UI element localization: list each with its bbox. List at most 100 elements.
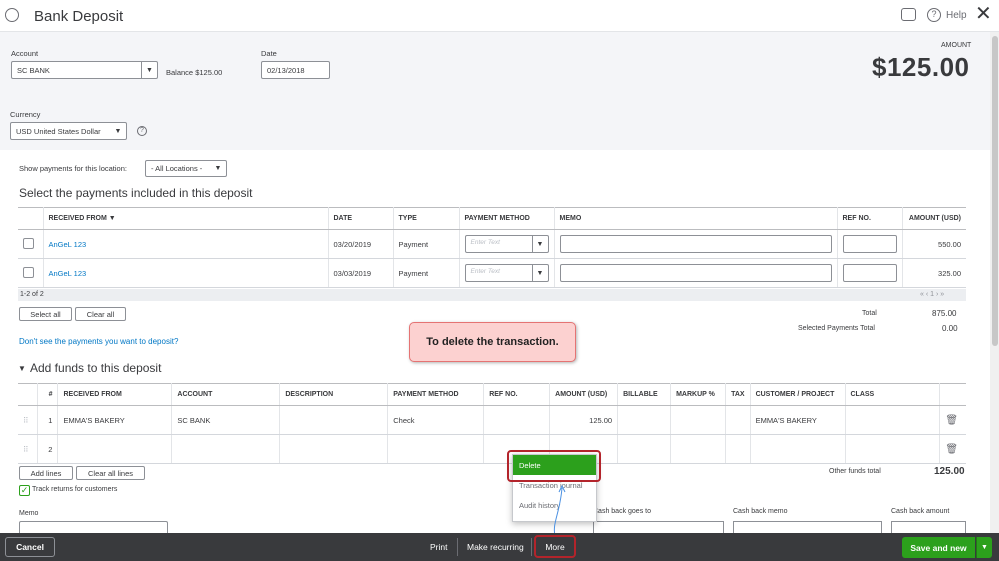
cancel-button[interactable]: Cancel — [5, 537, 55, 557]
ref-cell[interactable] — [483, 405, 551, 435]
chevron-down-icon: ▼ — [531, 265, 548, 281]
make-recurring-button[interactable]: Make recurring — [467, 542, 524, 552]
add-lines-button[interactable]: Add lines — [19, 466, 73, 480]
annotation-arrow — [553, 484, 566, 537]
drag-handle-icon[interactable]: ⠿ — [18, 434, 39, 464]
received-from-link[interactable]: AnGeL 123 — [43, 258, 329, 288]
table-header-row: # RECEIVED FROM ACCOUNT DESCRIPTION PAYM… — [18, 383, 966, 406]
selected-total-label: Selected Payments Total — [798, 325, 875, 332]
row-count: 1-2 of 2 — [20, 291, 44, 298]
column-header: DATE — [328, 207, 394, 230]
account-cell[interactable] — [171, 434, 281, 464]
clear-all-button[interactable]: Clear all — [75, 307, 126, 321]
class-cell[interactable] — [845, 405, 941, 435]
tax-cell[interactable] — [725, 434, 751, 464]
track-returns-label: Track returns for customers — [32, 486, 118, 493]
trash-icon[interactable]: 🗑 — [939, 405, 966, 435]
customer-cell[interactable]: EMMA'S BAKERY — [750, 405, 846, 435]
method-cell[interactable]: Check — [387, 405, 485, 435]
amount-cell[interactable]: 125.00 — [549, 405, 619, 435]
clear-all-lines-button[interactable]: Clear all lines — [76, 466, 145, 480]
billable-cell[interactable] — [617, 434, 672, 464]
received-from-cell[interactable]: EMMA'S BAKERY — [57, 405, 173, 435]
currency-select[interactable]: USD United States Dollar ▼ — [10, 122, 127, 140]
account-select[interactable]: SC BANK ▼ — [11, 61, 158, 79]
date-cell: 03/20/2019 — [328, 229, 394, 259]
memo-cell — [554, 258, 838, 288]
description-cell[interactable] — [279, 434, 389, 464]
markup-cell[interactable] — [670, 434, 727, 464]
chevron-down-icon: ▼ — [141, 62, 157, 78]
account-label: Account — [11, 49, 39, 58]
save-options-chevron-icon[interactable]: ▼ — [976, 537, 992, 558]
collapse-triangle-icon[interactable]: ▼ — [18, 364, 26, 373]
line-number: 1 — [37, 405, 59, 435]
history-icon[interactable] — [5, 8, 19, 22]
account-cell[interactable]: SC BANK — [171, 405, 281, 435]
currency-label: Currency — [10, 110, 41, 119]
more-button[interactable]: More — [534, 535, 576, 558]
description-cell[interactable] — [279, 405, 389, 435]
page-title: Bank Deposit — [34, 8, 124, 25]
location-select[interactable]: - All Locations - ▼ — [145, 160, 227, 177]
chevron-down-icon: ▼ — [214, 165, 222, 172]
ref-no-input[interactable] — [842, 235, 897, 253]
received-from-link[interactable]: AnGeL 123 — [43, 229, 329, 259]
save-and-new-label: Save and new — [910, 542, 967, 553]
column-header: AMOUNT (USD) — [902, 207, 966, 230]
total-label: Total — [862, 310, 877, 317]
ref-no-input[interactable] — [842, 264, 897, 282]
help-icon[interactable]: ? — [927, 8, 941, 22]
amount-label: AMOUNT — [941, 42, 972, 49]
feedback-icon[interactable] — [901, 8, 916, 21]
ref-cell — [837, 258, 903, 288]
payment-method-select[interactable]: Enter Text ▼ — [464, 264, 549, 282]
select-all-button[interactable]: Select all — [19, 307, 72, 321]
pager[interactable]: « ‹ 1 › » — [920, 291, 944, 298]
pagination-bar — [18, 289, 966, 301]
row-checkbox-cell — [18, 229, 44, 259]
balance-label: Balance $125.00 — [166, 68, 223, 77]
info-icon[interactable]: ? — [137, 126, 147, 136]
memo-cell — [554, 229, 838, 259]
tax-cell[interactable] — [725, 405, 751, 435]
column-header: DESCRIPTION — [279, 383, 389, 406]
column-header: AMOUNT (USD) — [549, 383, 619, 406]
method-cell[interactable] — [387, 434, 485, 464]
class-cell[interactable] — [845, 434, 941, 464]
line-number: 2 — [37, 434, 59, 464]
track-returns-checkbox[interactable]: ✓ — [19, 485, 30, 496]
date-label: Date — [261, 49, 277, 58]
column-header: TYPE — [393, 207, 460, 230]
close-icon[interactable]: ✕ — [975, 4, 992, 24]
memo-input[interactable] — [559, 264, 832, 282]
print-button[interactable]: Print — [430, 542, 447, 552]
save-and-new-button[interactable]: Save and new — [902, 537, 975, 558]
column-header[interactable]: RECEIVED FROM ▼ — [43, 207, 329, 230]
billable-cell[interactable] — [617, 405, 672, 435]
cash-back-memo-label: Cash back memo — [733, 508, 788, 515]
payment-method-select[interactable]: Enter Text ▼ — [464, 235, 549, 253]
row-checkbox[interactable] — [23, 237, 34, 249]
row-checkbox[interactable] — [23, 266, 34, 278]
markup-cell[interactable] — [670, 405, 727, 435]
missing-payments-link[interactable]: Don't see the payments you want to depos… — [19, 337, 178, 346]
column-header: RECEIVED FROM — [57, 383, 173, 406]
customer-cell[interactable] — [750, 434, 846, 464]
help-label[interactable]: Help — [946, 10, 967, 21]
column-header: REF NO. — [483, 383, 551, 406]
other-funds-total-label: Other funds total — [829, 468, 881, 475]
funds-table: # RECEIVED FROM ACCOUNT DESCRIPTION PAYM… — [18, 383, 966, 464]
memo-input[interactable] — [559, 235, 832, 253]
cash-back-amount-label: Cash back amount — [891, 508, 950, 515]
trash-icon[interactable]: 🗑 — [939, 434, 966, 464]
table-row: AnGeL 123 03/03/2019 Payment Enter Text ▼… — [18, 258, 966, 288]
drag-handle-icon[interactable]: ⠿ — [18, 405, 39, 435]
date-field[interactable]: 02/13/2018 — [261, 61, 330, 79]
received-from-cell[interactable] — [57, 434, 173, 464]
location-label: Show payments for this location: — [19, 164, 127, 173]
annotation-callout: To delete the transaction. — [409, 322, 576, 362]
table-row: ⠿ 2 🗑 — [18, 434, 966, 464]
scrollbar-thumb[interactable] — [992, 36, 998, 346]
memo-label: Memo — [19, 510, 39, 517]
